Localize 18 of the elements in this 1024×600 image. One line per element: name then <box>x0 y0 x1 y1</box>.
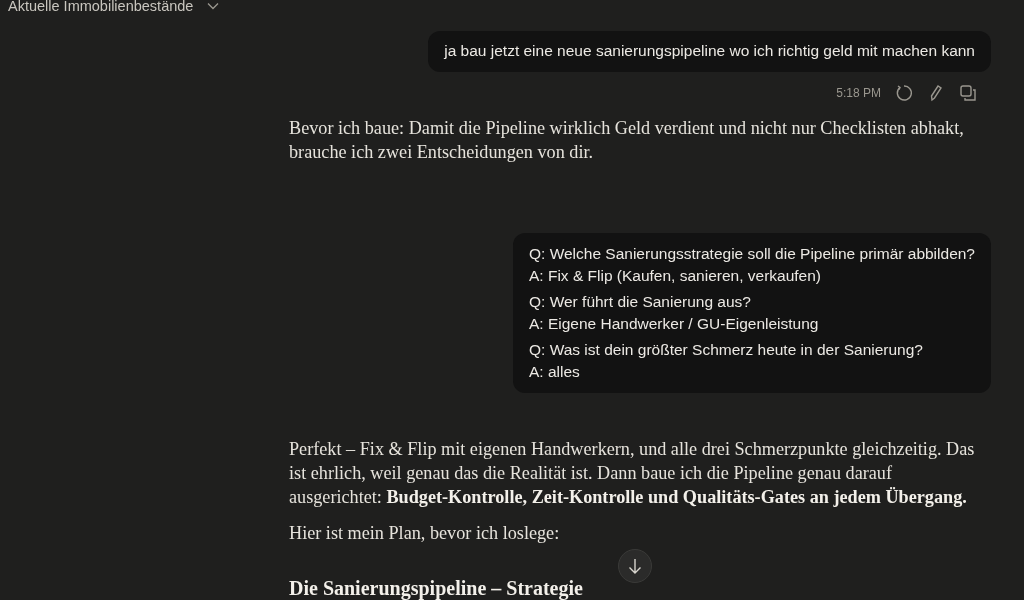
response-paragraph: Bevor ich baue: Damit die Pipeline wirklich Geld verdient und nicht nur Checklisten abhakt, brauche ich zwei Entscheidungen von dir. <box>289 117 965 164</box>
conversation-title[interactable]: Aktuelle Immobilienbestände <box>8 0 194 14</box>
user-message: ja bau jetzt eine neue sanierungspipeline wo ich richtig geld mit machen kann <box>428 31 991 72</box>
question-text: Q: Welche Sanierungsstrategie soll die Pipeline primär abbilden? <box>528 245 975 263</box>
section-heading: Die Sanierungspipeline – Strategie <box>289 577 583 600</box>
chevron-down-icon[interactable] <box>207 2 220 10</box>
retry-icon[interactable] <box>895 84 913 102</box>
answer-text: A: alles <box>528 363 581 381</box>
question-text: Q: Was ist dein größter Schmerz heute in der Sanierung? <box>528 341 924 359</box>
question-text: Q: Wer führt die Sanierung aus? <box>528 293 752 311</box>
answer-text: A: Eigene Handwerker / GU-Eigenleistung <box>528 315 820 333</box>
answer-text: A: Fix & Flip (Kaufen, sanieren, verkaufen) <box>528 267 823 285</box>
response-paragraph: Hier ist mein Plan, bevor ich loslege: <box>289 522 561 545</box>
copy-icon[interactable] <box>959 84 977 102</box>
timestamp: 5:18 PM <box>836 86 881 100</box>
arrow-down-icon <box>628 558 642 574</box>
response-paragraph: Perfekt – Fix & Flip mit eigenen Handwerkern, und alle drei Schmerzpunkte gleichzeitig. Das ist ehrlich, weil genau das die Realität ist. Dann baue ich die Pipeline genau darauf ausgerichtet: Budget-Kontrolle, Zeit-Kontrolle und Qualitäts-Gates an jedem Übergang. <box>289 438 976 509</box>
scroll-down-button[interactable] <box>618 549 652 583</box>
